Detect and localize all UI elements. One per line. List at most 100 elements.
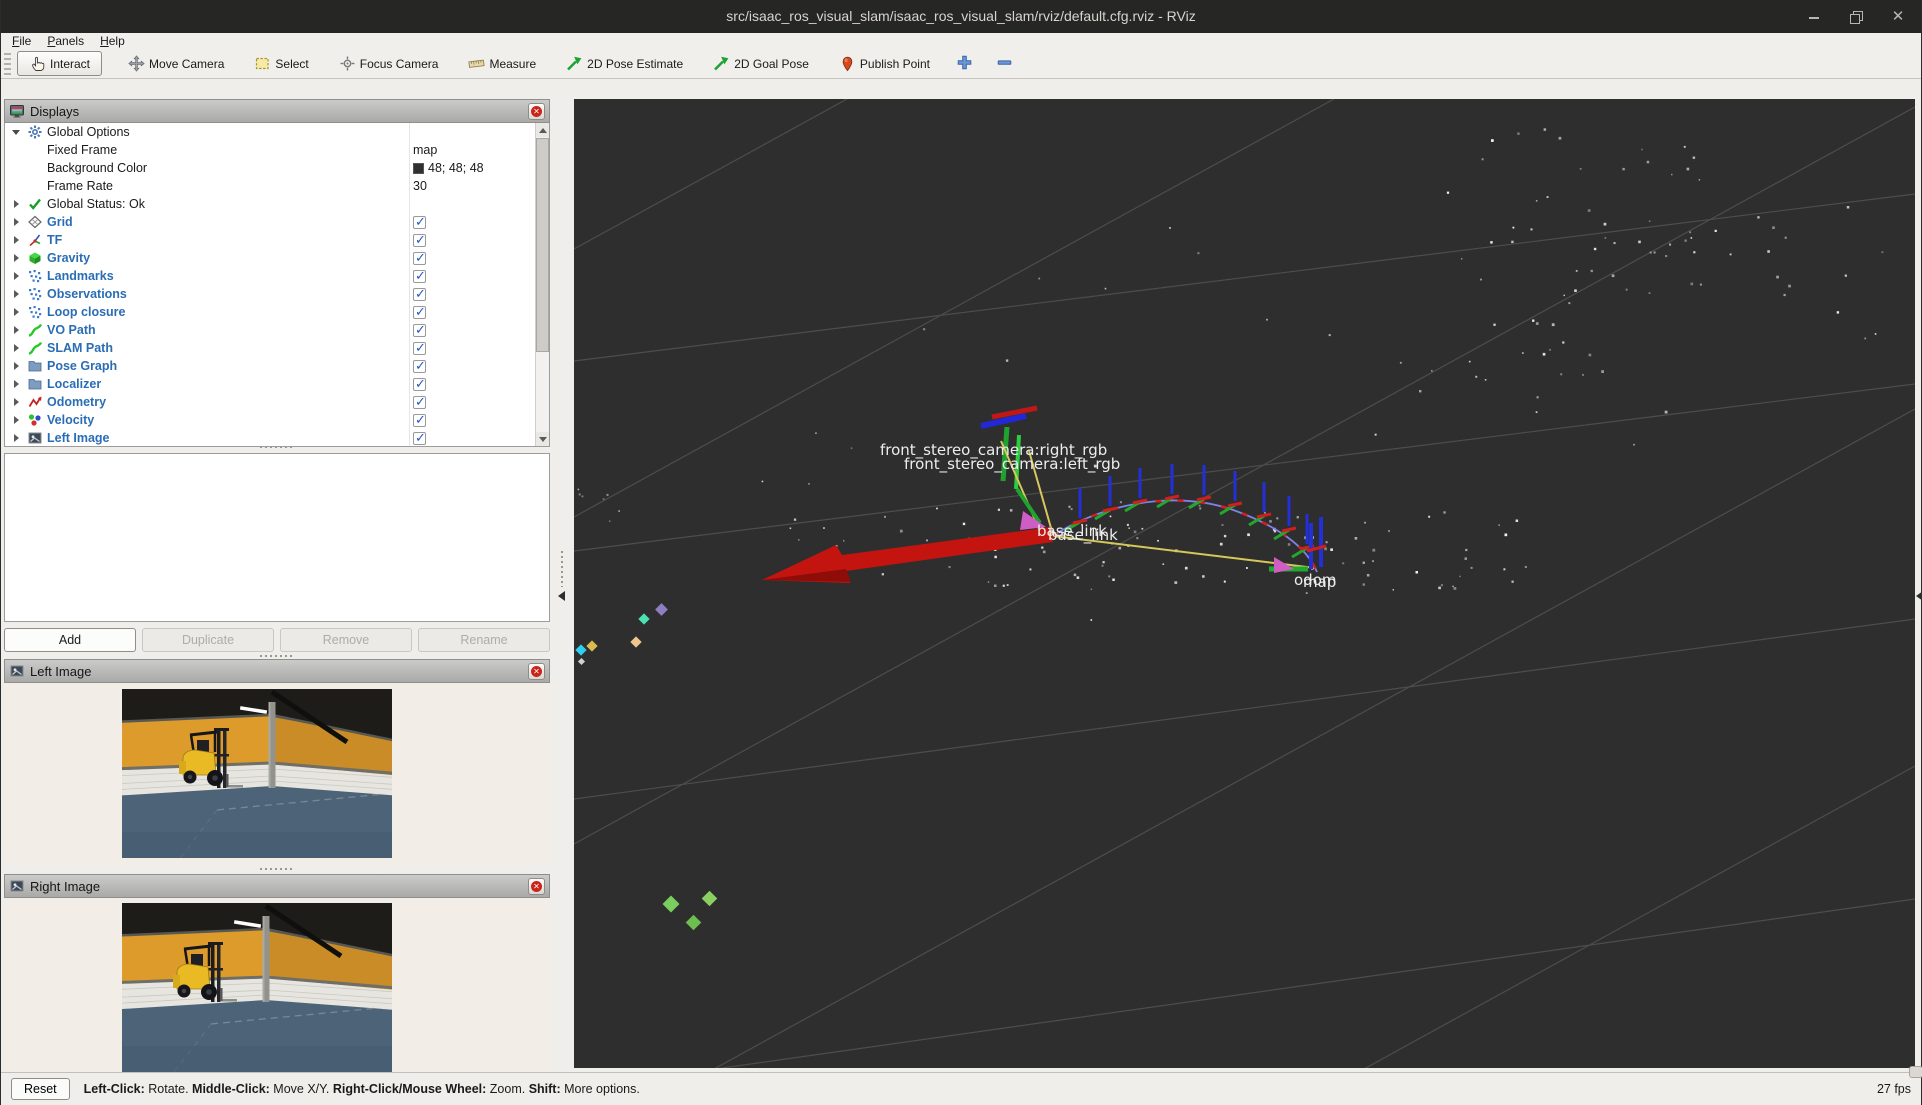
display-row-velocity[interactable]: Velocity [5,411,549,429]
tool-button-focus-camera[interactable]: Focus Camera [331,52,447,75]
property-value[interactable] [413,414,426,427]
property-value[interactable] [413,216,426,229]
tree-scrollbar[interactable] [535,123,549,446]
display-row-frame-rate[interactable]: Frame Rate30 [5,177,549,195]
expander-closed-icon[interactable] [9,308,23,316]
property-value[interactable]: map [413,143,437,157]
tool-button-2d-pose-estimate[interactable]: 2D Pose Estimate [558,52,691,75]
display-row-vo-path[interactable]: VO Path [5,321,549,339]
property-value[interactable] [413,252,426,265]
property-value[interactable] [413,342,426,355]
toolbar-drag-handle[interactable] [4,53,11,75]
expander-closed-icon[interactable] [9,290,23,298]
expander-closed-icon[interactable] [9,200,23,208]
visibility-checkbox[interactable] [413,216,426,229]
minimize-icon[interactable] [1807,10,1821,24]
add-tool-button[interactable] [952,53,978,75]
tool-button-publish-point[interactable]: Publish Point [831,52,938,75]
expander-closed-icon[interactable] [9,416,23,424]
tool-button-select[interactable]: Select [246,52,316,75]
property-value[interactable]: 48; 48; 48 [413,161,484,175]
restore-icon[interactable] [1849,10,1863,24]
property-value[interactable] [413,288,426,301]
scrollbar-up-button[interactable] [536,123,549,137]
close-panel-button[interactable]: ✕ [528,663,545,680]
display-row-left-image[interactable]: Left Image [5,429,549,447]
property-value[interactable] [413,378,426,391]
splitter-handle[interactable] [4,652,550,659]
display-row-localizer[interactable]: Localizer [5,375,549,393]
displays-tree[interactable]: Global OptionsFixed FramemapBackground C… [4,123,550,447]
property-value[interactable]: 30 [413,179,427,193]
resize-grip[interactable] [1909,1066,1922,1078]
display-row-fixed-frame[interactable]: Fixed Framemap [5,141,549,159]
expander-closed-icon[interactable] [9,326,23,334]
expander-closed-icon[interactable] [9,380,23,388]
property-value[interactable] [413,306,426,319]
scrollbar-down-button[interactable] [536,432,549,446]
tool-button-2d-goal-pose[interactable]: 2D Goal Pose [705,52,817,75]
property-value[interactable] [413,432,426,445]
property-value[interactable] [413,270,426,283]
close-panel-button[interactable]: ✕ [528,878,545,895]
property-value[interactable] [413,234,426,247]
display-row-slam-path[interactable]: SLAM Path [5,339,549,357]
expander-closed-icon[interactable] [9,362,23,370]
3d-viewport[interactable]: front_stereo_camera:right_rgbfront_stere… [574,99,1915,1068]
display-row-tf[interactable]: TF [5,231,549,249]
display-row-background-color[interactable]: Background Color48; 48; 48 [5,159,549,177]
collapse-left-icon[interactable] [558,591,565,601]
3d-scene[interactable]: front_stereo_camera:right_rgbfront_stere… [574,99,1915,1068]
display-row-global-status-ok[interactable]: Global Status: Ok [5,195,549,213]
display-row-grid[interactable]: Grid [5,213,549,231]
visibility-checkbox[interactable] [413,360,426,373]
tool-button-measure[interactable]: Measure [460,52,544,75]
panel-splitter[interactable] [550,99,574,1072]
display-row-observations[interactable]: Observations [5,285,549,303]
display-row-gravity[interactable]: Gravity [5,249,549,267]
property-value[interactable] [413,324,426,337]
menu-item-panels[interactable]: Panels [47,34,84,48]
expander-closed-icon[interactable] [9,398,23,406]
display-row-loop-closure[interactable]: Loop closure [5,303,549,321]
property-value[interactable] [413,360,426,373]
visibility-checkbox[interactable] [413,342,426,355]
menu-item-help[interactable]: Help [100,34,125,48]
remove-tool-button[interactable] [992,53,1018,75]
visibility-checkbox[interactable] [413,378,426,391]
visibility-checkbox[interactable] [413,414,426,427]
display-row-global-options[interactable]: Global Options [5,123,549,141]
display-row-pose-graph[interactable]: Pose Graph [5,357,549,375]
displays-panel-header[interactable]: Displays ✕ [4,99,550,123]
right-panel-splitter[interactable] [1915,99,1922,1072]
scrollbar-thumb[interactable] [536,138,549,352]
expander-closed-icon[interactable] [9,254,23,262]
visibility-checkbox[interactable] [413,270,426,283]
left-image-panel-header[interactable]: Left Image ✕ [4,659,550,683]
display-row-landmarks[interactable]: Landmarks [5,267,549,285]
right-image-panel-header[interactable]: Right Image ✕ [4,874,550,898]
collapse-right-icon[interactable] [1916,591,1922,601]
close-panel-button[interactable]: ✕ [528,103,545,120]
add-button[interactable]: Add [4,628,136,652]
display-row-odometry[interactable]: Odometry [5,393,549,411]
expander-closed-icon[interactable] [9,236,23,244]
visibility-checkbox[interactable] [413,306,426,319]
tool-button-move-camera[interactable]: Move Camera [120,52,232,75]
tool-button-interact[interactable]: Interact [17,51,102,76]
property-value[interactable] [413,396,426,409]
visibility-checkbox[interactable] [413,396,426,409]
expander-closed-icon[interactable] [9,434,23,442]
reset-button[interactable]: Reset [11,1078,70,1100]
expander-closed-icon[interactable] [9,218,23,226]
visibility-checkbox[interactable] [413,324,426,337]
visibility-checkbox[interactable] [413,288,426,301]
visibility-checkbox[interactable] [413,234,426,247]
expander-closed-icon[interactable] [9,344,23,352]
expander-closed-icon[interactable] [9,272,23,280]
menu-item-file[interactable]: File [12,34,31,48]
visibility-checkbox[interactable] [413,432,426,445]
expander-open-icon[interactable] [9,130,23,135]
close-icon[interactable]: ✕ [1891,10,1905,24]
visibility-checkbox[interactable] [413,252,426,265]
